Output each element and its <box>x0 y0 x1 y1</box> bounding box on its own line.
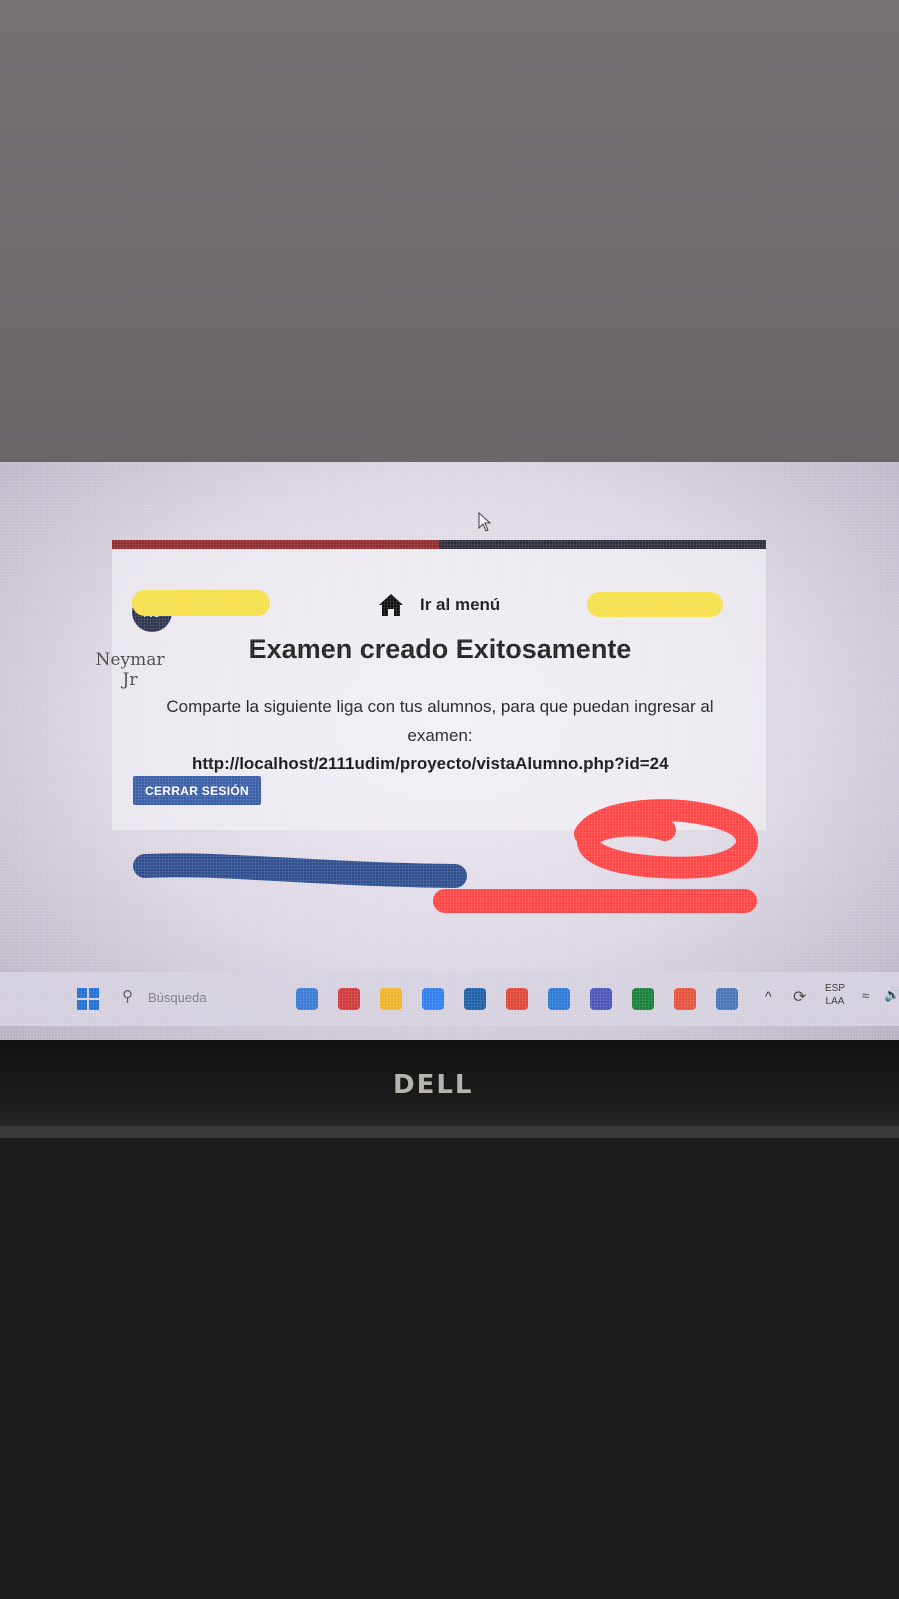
redaction-scribbles <box>133 799 758 913</box>
files-app-icon[interactable] <box>296 988 318 1010</box>
photo-of-laptop-screen: NJ Neymar Jr Ir al menú Examen creado Ex… <box>0 462 899 1138</box>
blue-scribble <box>133 853 467 888</box>
taskbar-search-input[interactable]: Búsqueda <box>148 990 207 1005</box>
store-icon[interactable] <box>464 988 486 1010</box>
vscode-icon[interactable] <box>548 988 570 1010</box>
wifi-icon[interactable]: ≈ <box>862 988 869 1003</box>
xbox-icon[interactable] <box>632 988 654 1010</box>
xampp-icon[interactable] <box>674 988 696 1010</box>
screen-area: NJ Neymar Jr Ir al menú Examen creado Ex… <box>0 462 899 1040</box>
dell-logo: DELL <box>393 1070 474 1100</box>
layout-code: LAA <box>825 996 845 1007</box>
photo-bottom-background <box>0 1138 899 1599</box>
teams-icon[interactable] <box>590 988 612 1010</box>
taskbar: ⚲ Búsqueda ^ ⟳ ESP LAA ≈ 🔊 <box>0 972 899 1026</box>
settings-icon[interactable] <box>716 988 738 1010</box>
opera-icon[interactable] <box>338 988 360 1010</box>
volume-icon[interactable]: 🔊 <box>884 987 899 1003</box>
chrome-icon[interactable] <box>506 988 528 1010</box>
windows-start-icon[interactable] <box>77 988 99 1010</box>
red-scribble-loop <box>574 799 758 879</box>
photo-top-background <box>0 0 899 462</box>
chevron-up-icon[interactable]: ^ <box>765 988 772 1004</box>
sync-icon[interactable]: ⟳ <box>793 987 806 1007</box>
laptop-bezel: DELL <box>0 1040 899 1138</box>
search-icon[interactable]: ⚲ <box>122 987 133 1005</box>
language-indicator[interactable]: ESP LAA <box>825 982 845 1008</box>
photos-icon[interactable] <box>422 988 444 1010</box>
file-explorer-icon[interactable] <box>380 988 402 1010</box>
language-code: ESP <box>825 983 846 994</box>
